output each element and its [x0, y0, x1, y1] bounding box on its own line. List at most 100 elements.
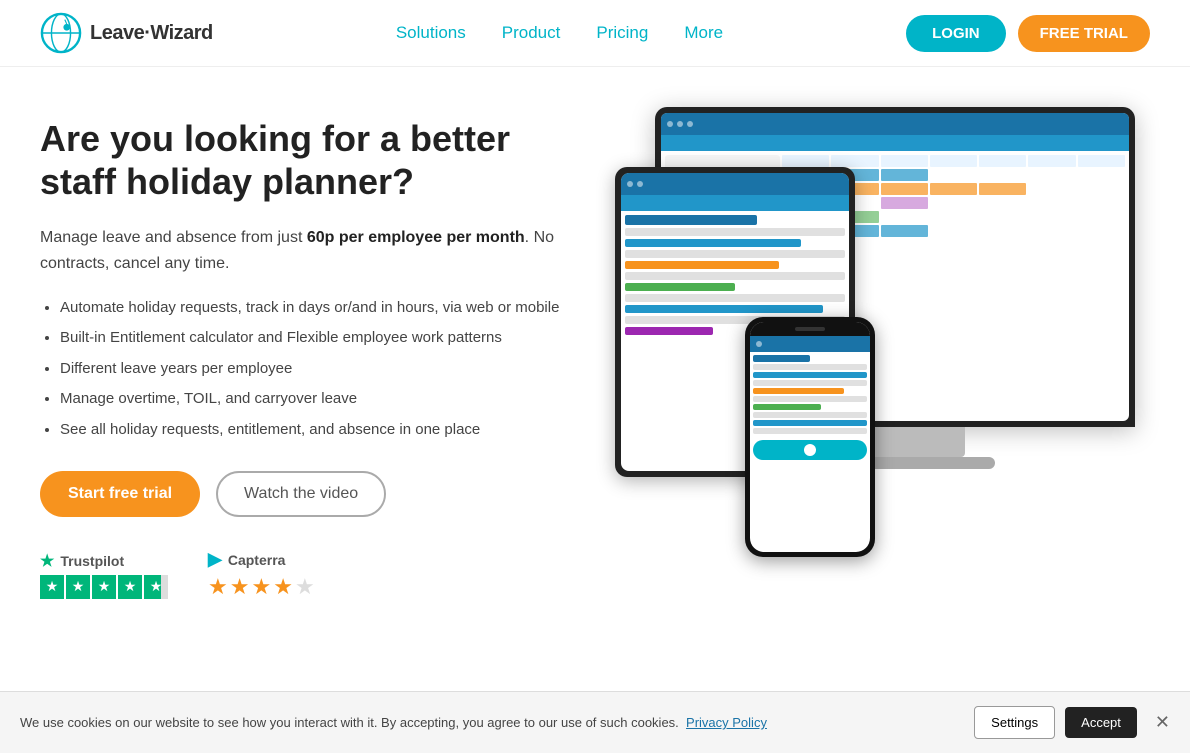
- cal-cell-empty: [1028, 183, 1075, 195]
- capterra-label-text: Capterra: [228, 552, 286, 568]
- cal-cell-empty: [1028, 225, 1075, 237]
- privacy-policy-link[interactable]: Privacy Policy: [686, 715, 767, 730]
- cal-event-orange: [979, 183, 1026, 195]
- cal-cell-empty: [1028, 197, 1075, 209]
- login-button[interactable]: LOGIN: [906, 15, 1006, 52]
- cal-cell-empty: [930, 211, 977, 223]
- cal-cell-empty: [979, 197, 1026, 209]
- cal-event-orange: [881, 183, 928, 195]
- monitor-subheader: [661, 135, 1129, 151]
- hero-cta-group: Start free trial Watch the video: [40, 471, 580, 517]
- cal-cell: [979, 155, 1026, 167]
- cookie-settings-button[interactable]: Settings: [974, 706, 1055, 739]
- hero-devices: [600, 107, 1150, 567]
- capterra-star-2: ★: [230, 574, 250, 600]
- hero-subtitle-bold: 60p per employee per month: [307, 229, 525, 246]
- start-trial-button[interactable]: Start free trial: [40, 471, 200, 517]
- hero-section: Are you looking for a better staff holid…: [0, 67, 1190, 630]
- cal-event-orange: [930, 183, 977, 195]
- list-item: See all holiday requests, entitlement, a…: [60, 419, 580, 442]
- cal-cell: [782, 155, 829, 167]
- cookie-actions: Settings Accept ✕: [974, 706, 1170, 739]
- trustpilot-stars: ★ ★ ★ ★ ★: [40, 575, 168, 599]
- hero-subtitle-plain: Manage leave and absence from just: [40, 229, 307, 246]
- cal-event-purple: [881, 197, 928, 209]
- logo[interactable]: Leave·Wizard: [40, 12, 213, 54]
- cookie-accept-button[interactable]: Accept: [1065, 707, 1137, 738]
- cal-cell-empty: [1028, 169, 1075, 181]
- list-item: Built-in Entitlement calculator and Flex…: [60, 327, 580, 350]
- tablet-header: [621, 173, 849, 195]
- hero-content: Are you looking for a better staff holid…: [40, 107, 580, 600]
- cal-event-blue: [881, 225, 928, 237]
- cal-cell-empty: [1078, 183, 1125, 195]
- cal-cell-empty: [1078, 225, 1125, 237]
- star-2: ★: [66, 575, 90, 599]
- nav-links: Solutions Product Pricing More: [396, 23, 723, 43]
- header-dot-1: [667, 121, 673, 127]
- star-4: ★: [118, 575, 142, 599]
- header-dot-3: [687, 121, 693, 127]
- nav-solutions[interactable]: Solutions: [396, 23, 466, 42]
- trust-badges: ★ Trustpilot ★ ★ ★ ★ ★ ▶ Capterra ★: [40, 549, 580, 600]
- hero-feature-list: Automate holiday requests, track in days…: [40, 297, 580, 442]
- star-3: ★: [92, 575, 116, 599]
- cal-cell-empty: [930, 197, 977, 209]
- logo-icon: [40, 12, 82, 54]
- cal-cell-empty: [979, 225, 1026, 237]
- trustpilot-star-icon: ★: [40, 551, 54, 571]
- capterra-icon: ▶: [208, 549, 222, 570]
- capterra-star-3: ★: [251, 574, 271, 600]
- nav-pricing[interactable]: Pricing: [596, 23, 648, 42]
- list-item: Automate holiday requests, track in days…: [60, 297, 580, 320]
- logo-text: Leave·Wizard: [90, 22, 213, 45]
- cookie-message: We use cookies on our website to see how…: [20, 715, 974, 730]
- trustpilot-block: ★ Trustpilot ★ ★ ★ ★ ★: [40, 551, 168, 599]
- cookie-close-button[interactable]: ✕: [1155, 712, 1170, 733]
- phone-dot: [756, 341, 762, 347]
- phone-header: [750, 336, 870, 352]
- cookie-banner: We use cookies on our website to see how…: [0, 691, 1190, 753]
- header-dot-2: [677, 121, 683, 127]
- watch-video-button[interactable]: Watch the video: [216, 471, 386, 517]
- star-5-half: ★: [144, 575, 168, 599]
- list-item: Manage overtime, TOIL, and carryover lea…: [60, 388, 580, 411]
- nav-more[interactable]: More: [684, 23, 723, 42]
- trustpilot-label-text: Trustpilot: [60, 553, 124, 569]
- capterra-star-5: ★: [295, 574, 315, 600]
- monitor-header-bar: [661, 113, 1129, 135]
- hero-title: Are you looking for a better staff holid…: [40, 117, 580, 203]
- capterra-star-1: ★: [208, 574, 228, 600]
- cookie-message-text: We use cookies on our website to see how…: [20, 715, 679, 730]
- hero-subtitle: Manage leave and absence from just 60p p…: [40, 225, 580, 276]
- cal-cell-empty: [881, 211, 928, 223]
- nav-product[interactable]: Product: [502, 23, 561, 42]
- free-trial-nav-button[interactable]: FREE TRIAL: [1018, 15, 1150, 52]
- cal-cell: [831, 155, 878, 167]
- cal-cell-empty: [1078, 169, 1125, 181]
- cal-cell-empty: [979, 169, 1026, 181]
- capterra-block: ▶ Capterra ★ ★ ★ ★ ★: [208, 549, 315, 600]
- tab-dot-1: [627, 181, 633, 187]
- cal-cell-empty: [1078, 197, 1125, 209]
- capterra-star-4: ★: [273, 574, 293, 600]
- list-item: Different leave years per employee: [60, 358, 580, 381]
- nav-actions: LOGIN FREE TRIAL: [906, 15, 1150, 52]
- cal-cell-empty: [930, 169, 977, 181]
- cal-row-header: [782, 155, 1125, 167]
- tablet-subheader: [621, 195, 849, 211]
- tab-dot-2: [637, 181, 643, 187]
- cal-cell: [1028, 155, 1075, 167]
- cal-cell: [1078, 155, 1125, 167]
- cal-event-blue: [881, 169, 928, 181]
- capterra-stars: ★ ★ ★ ★ ★: [208, 574, 315, 600]
- device-mockup-group: [615, 107, 1135, 567]
- navbar: Leave·Wizard Solutions Product Pricing M…: [0, 0, 1190, 67]
- star-1: ★: [40, 575, 64, 599]
- phone-device: [745, 317, 875, 557]
- cal-cell: [930, 155, 977, 167]
- cal-cell-empty: [979, 211, 1026, 223]
- phone-calendar-ui: [750, 322, 870, 552]
- cal-cell-empty: [930, 225, 977, 237]
- cal-cell: [881, 155, 928, 167]
